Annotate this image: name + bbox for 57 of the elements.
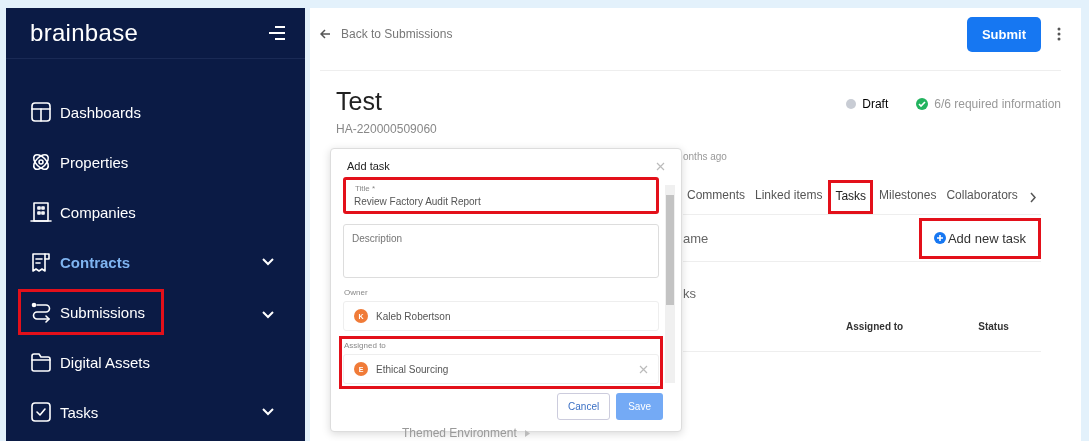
menu-icon[interactable] — [269, 26, 285, 40]
sidebar-item-icon — [30, 401, 52, 423]
sidebar-item[interactable]: Properties — [6, 139, 305, 185]
back-arrow-icon[interactable] — [320, 29, 331, 39]
brand-logo: brainbase — [30, 19, 139, 47]
column-header-fragment: ame — [683, 230, 709, 246]
field-label: Assigned to — [343, 341, 387, 350]
sidebar-item-label: Dashboards — [60, 103, 141, 121]
sidebar-item-label: Companies — [60, 203, 136, 221]
sidebar-item-label: Tasks — [60, 403, 99, 421]
submit-button[interactable]: Submit — [966, 16, 1041, 52]
updated-text: onths ago — [683, 150, 728, 162]
chevron-down-icon[interactable] — [262, 408, 274, 416]
sidebar-item-label: Digital Assets — [60, 353, 151, 371]
field-label: Owner — [343, 288, 369, 297]
check-circle-icon — [916, 98, 929, 110]
sidebar-item[interactable]: Digital Assets — [6, 339, 305, 385]
sidebar-item[interactable]: Contracts — [6, 239, 305, 285]
section-title-fragment: ks — [683, 285, 697, 301]
breadcrumb-text: Themed Environment — [402, 426, 517, 440]
tab[interactable]: Comments — [683, 182, 749, 212]
record-id: HA-220000509060 — [336, 122, 437, 136]
tab[interactable]: Tasks — [828, 180, 874, 214]
title-field[interactable]: Title * Review Factory Audit Report — [343, 177, 659, 214]
chevron-down-icon[interactable] — [262, 258, 274, 266]
sidebar-item-icon — [30, 151, 52, 173]
sidebar-item-label: Properties — [60, 153, 129, 171]
chevron-down-icon[interactable] — [262, 311, 274, 319]
dialog-title: Add task — [347, 160, 390, 172]
tab[interactable]: Linked items — [751, 182, 827, 212]
column-header: Status — [978, 320, 1009, 332]
sidebar-item[interactable]: Dashboards — [6, 89, 305, 135]
sidebar-item-icon — [30, 301, 52, 323]
record-title: Test — [336, 87, 383, 116]
plus-circle-icon — [933, 232, 946, 244]
more-options-icon[interactable] — [1057, 27, 1061, 41]
sidebar-item[interactable]: Companies — [6, 189, 305, 235]
status-dot — [846, 99, 857, 109]
back-link[interactable]: Back to Submissions — [341, 27, 453, 41]
sidebar-item-label: Contracts — [60, 253, 130, 271]
cancel-button[interactable]: Cancel — [557, 393, 611, 420]
tab[interactable]: Collaborators — [942, 182, 1022, 212]
status-label: Draft — [862, 97, 889, 111]
sidebar-item-icon — [30, 101, 52, 123]
sidebar-item[interactable]: Tasks — [6, 389, 305, 435]
sidebar-item-icon — [30, 351, 52, 373]
add-task-button[interactable]: Add new task — [918, 217, 1041, 259]
sidebar-item-icon — [30, 251, 52, 273]
column-header: Assigned to — [846, 320, 904, 332]
sidebar-item-icon — [30, 201, 52, 223]
requirements-text: 6/6 required information — [934, 97, 1061, 111]
sidebar-item-label: Submissions — [60, 303, 146, 321]
chevron-right-icon[interactable] — [1029, 191, 1037, 203]
scrollbar[interactable] — [665, 185, 675, 383]
tab[interactable]: Milestones — [875, 182, 941, 212]
description-field[interactable]: Description — [343, 224, 659, 278]
caret-icon — [524, 429, 530, 437]
